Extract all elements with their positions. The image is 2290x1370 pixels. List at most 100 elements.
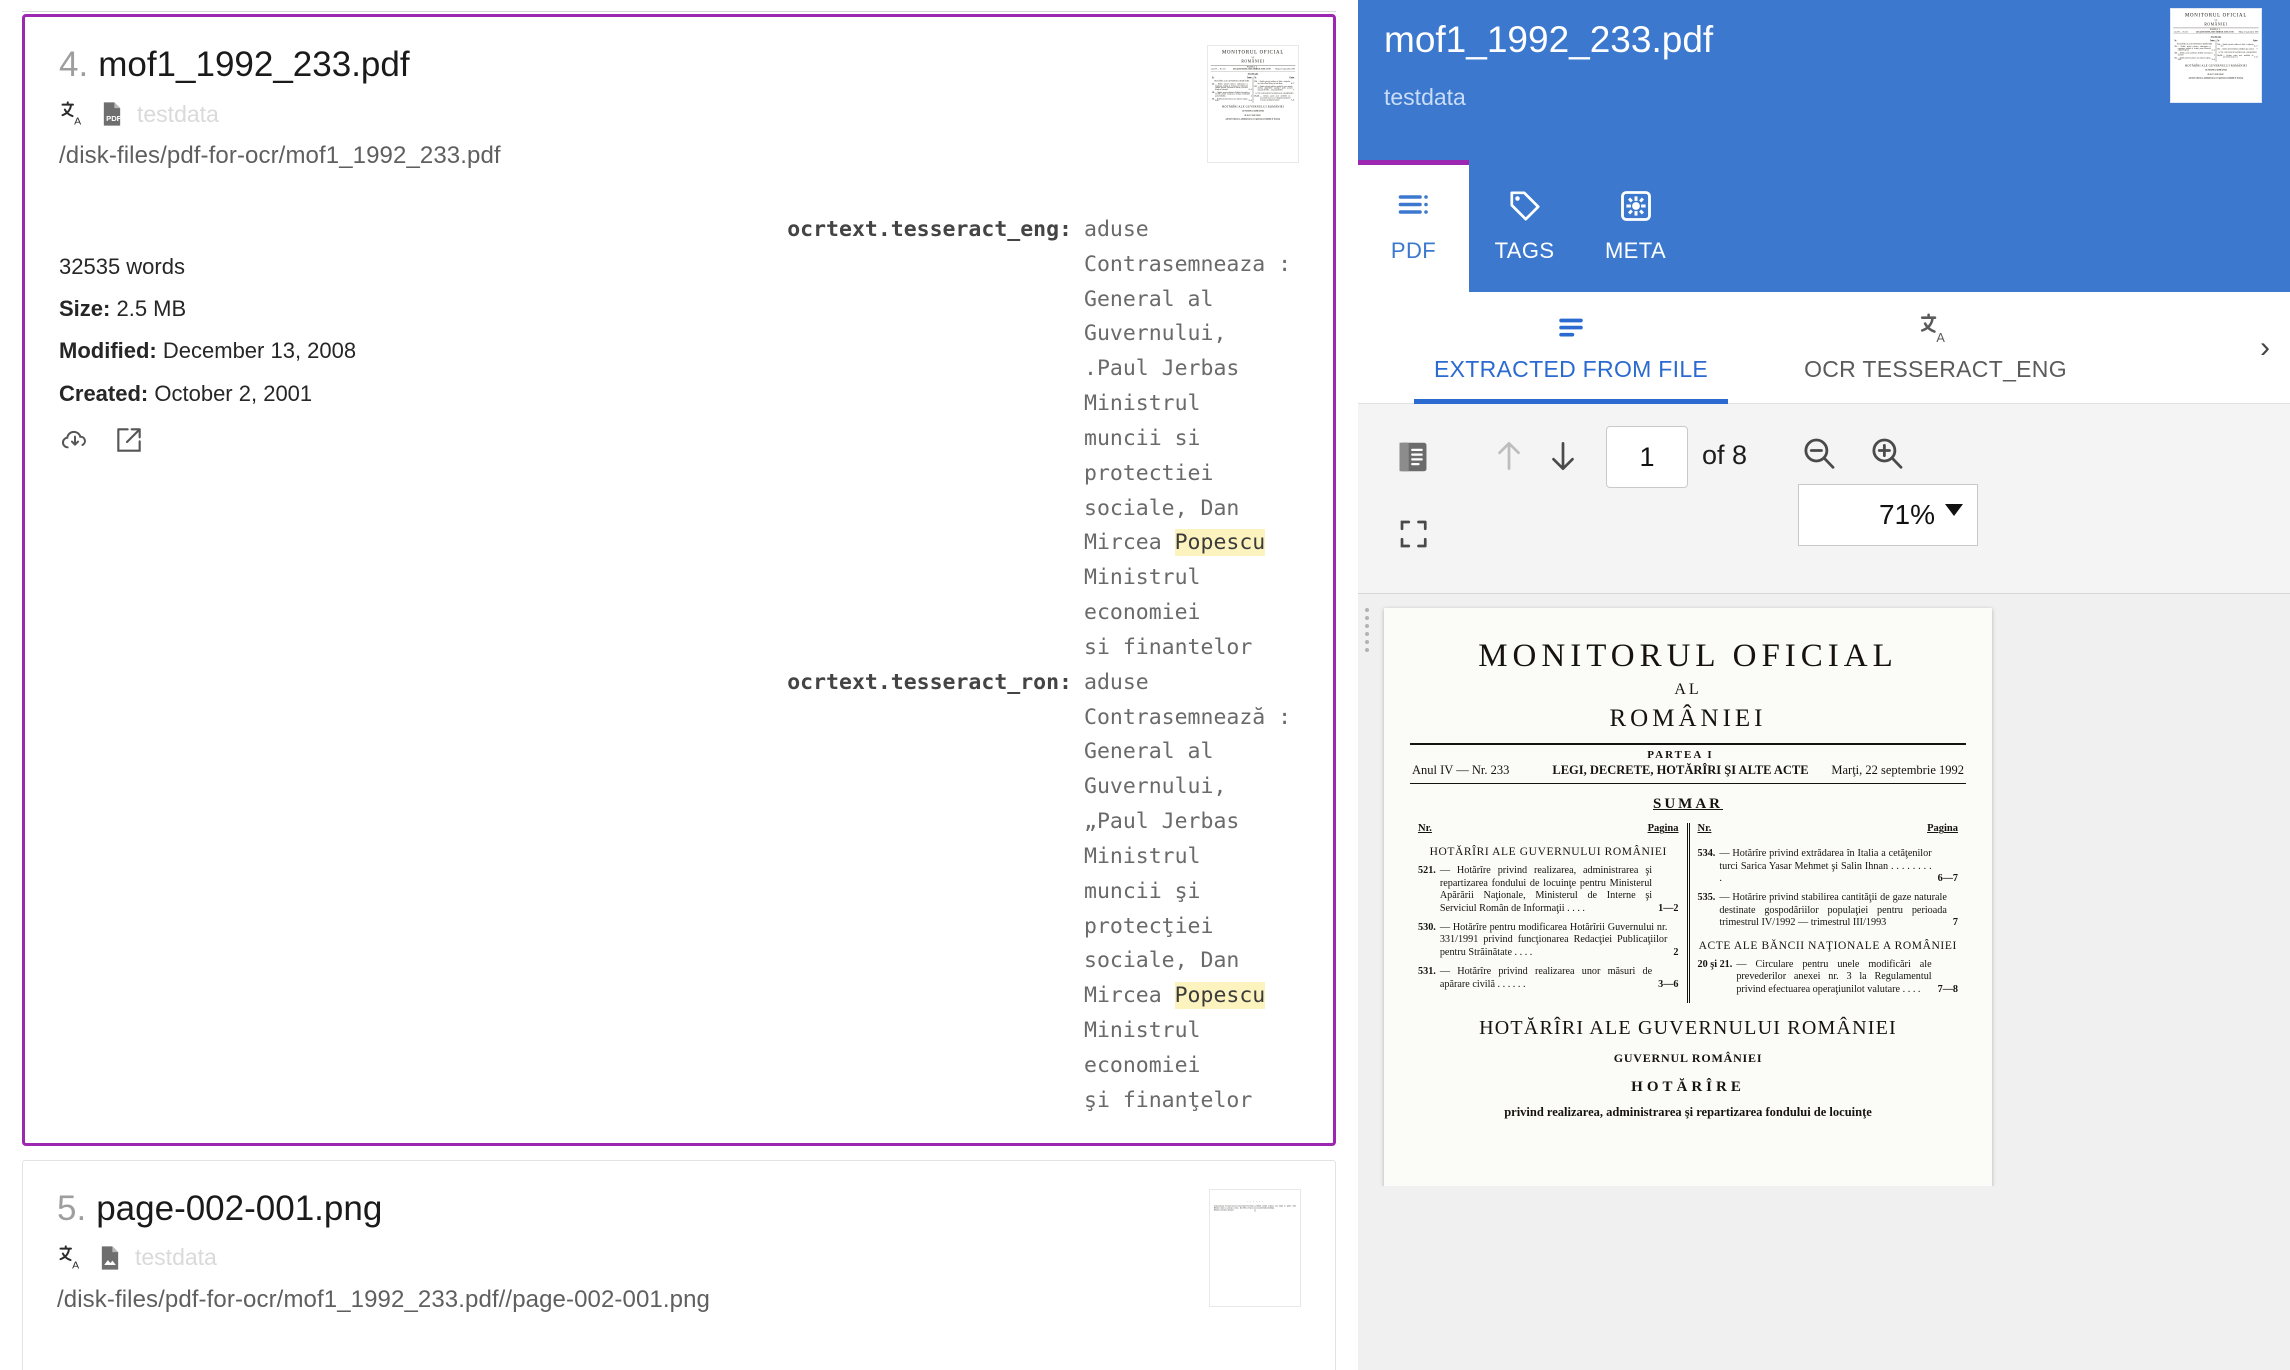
result-title: 4. mof1_1992_233.pdf <box>59 45 779 85</box>
chevron-down-icon <box>1945 504 1963 516</box>
result-path: /disk-files/pdf-for-ocr/mof1_1992_233.pd… <box>59 142 501 170</box>
tab-tags-label: TAGS <box>1494 238 1555 263</box>
pdf-viewport[interactable]: MONITORUL OFICIAL AL ROMÂNIEI Anul IV — … <box>1358 594 2290 1186</box>
open-external-icon[interactable] <box>113 424 145 456</box>
pane-resize-handle[interactable] <box>1362 604 1372 656</box>
ocr-field-value: aduse Contrasemneaza : General al <box>1084 217 1305 312</box>
item-page: 2 <box>1673 946 1679 958</box>
gear-box-icon <box>1620 191 1651 221</box>
tag-icon <box>1509 191 1540 221</box>
result-created: Created: October 2, 2001 <box>59 380 356 406</box>
item-number: 534. <box>1697 848 1716 860</box>
ocr-field-value: muncii şi protecţiei sociale, Dan <box>1084 878 1240 974</box>
result-card[interactable]: 4. mof1_1992_233.pdf A PDF testdata /dis… <box>22 14 1336 1146</box>
search-results-pane[interactable]: 4. mof1_1992_233.pdf A PDF testdata /dis… <box>0 0 1358 1370</box>
item-number: 521. <box>1418 865 1436 877</box>
page-number-input[interactable]: 1 <box>1606 426 1688 488</box>
result-index: 5. <box>57 1188 87 1228</box>
pdf-issue-bar: Anul IV — Nr. 233 PARTEA I LEGI, DECRETE… <box>1410 745 1966 781</box>
pdf-rule <box>1410 783 1966 785</box>
ocr-field-key <box>779 526 1084 630</box>
svg-text:A: A <box>74 116 81 128</box>
translate-icon: A <box>1921 313 1946 345</box>
tab-pdf[interactable]: PDF <box>1358 160 1469 292</box>
ocr-line: Guvernului, „Paul Jerbas Ministrul <box>779 770 1299 874</box>
preview-header: mof1_1992_233.pdf testdata MONITORUL OFI… <box>1358 0 2290 160</box>
zoom-in-icon[interactable] <box>1866 430 1908 478</box>
result-modified: Modified: December 13, 2008 <box>59 339 356 363</box>
ocr-field-value: Guvernului, „Paul Jerbas Ministrul <box>1084 774 1253 869</box>
svg-text:A: A <box>72 1259 79 1271</box>
ocr-field-key <box>779 422 1084 526</box>
zoom-level-select[interactable]: 71% <box>1798 484 1978 546</box>
created-value: October 2, 2001 <box>154 380 313 406</box>
text-lines-icon <box>1398 195 1428 214</box>
result-thumbnail: MONITORUL OFICIAL AL ROMÂNIEI Anul IV — … <box>1207 45 1299 163</box>
ocr-field-value: Mircea Popescu Ministrul economiei <box>1084 982 1279 1078</box>
item-text: — Hotărire privind stabilirea cantităţii… <box>1719 892 1947 929</box>
pdf-body-heading-block: HOTĂRÎRI ALE GUVERNULUI ROMÂNIEI GUVERNU… <box>1410 1017 1966 1120</box>
fullscreen-icon[interactable] <box>1396 516 1432 552</box>
subtab-extracted-from-file[interactable]: EXTRACTED FROM FILE <box>1414 292 1729 404</box>
ocr-field-key <box>779 1084 1084 1119</box>
result-size: Size: 2.5 MB <box>59 297 356 321</box>
ocr-field-key <box>779 770 1084 874</box>
tab-tags[interactable]: TAGS <box>1469 160 1580 292</box>
pdf-masthead-line1: MONITORUL OFICIAL <box>1478 638 1898 674</box>
translate-icon: A <box>61 101 81 128</box>
pdf-sumar-item: 535. — Hotărire privind stabilirea canti… <box>1698 892 1959 929</box>
result-filename: mof1_1992_233.pdf <box>98 45 410 84</box>
page-count-label: of 8 <box>1702 440 1748 470</box>
ocr-line: ocrtext.tesseract_eng: aduse Contrasemnea… <box>779 213 1299 317</box>
ocr-field-key <box>779 979 1084 1083</box>
cloud-download-icon[interactable] <box>59 424 91 456</box>
pdf-masthead-line2: AL <box>1674 681 1702 698</box>
pdf-page-1: MONITORUL OFICIAL AL ROMÂNIEI Anul IV — … <box>1384 608 1992 1186</box>
result-collection: testdata <box>137 100 219 127</box>
result-ocr-block: ocrtext.tesseract_eng: aduse Contrasemnea… <box>779 213 1299 1119</box>
pdf-part-label: PARTEA I <box>1647 749 1714 761</box>
subtab-ocr-tesseract-eng[interactable]: A OCR TESSERACT_ENG <box>1784 292 2087 404</box>
pdf-col-head-nr: Nr. <box>1697 823 1712 835</box>
item-number: 530. <box>1418 921 1436 933</box>
pdf-toolbar: 1 of 8 71% <box>1358 404 2290 594</box>
search-term-highlight: Popescu <box>1174 529 1266 557</box>
pdf-section-heading: ACTE ALE BĂNCII NAŢIONALE A ROMÂNIEI <box>1698 939 1957 952</box>
ocr-field-key <box>779 317 1084 421</box>
tab-meta[interactable]: META <box>1580 160 1691 292</box>
modified-label: Modified: <box>59 338 157 364</box>
item-text: — Hotărîre pentru modificarea Hotărîrii … <box>1439 921 1668 958</box>
item-number: 531. <box>1418 966 1436 978</box>
preview-sub-tabs: EXTRACTED FROM FILE A OCR TESSERACT_ENG … <box>1358 292 2290 404</box>
result-metadata: 32535 words Size: 2.5 MB Modified: Decem… <box>59 254 356 456</box>
arrow-up-icon[interactable] <box>1490 434 1528 478</box>
ocr-field-value: şi finanţelor <box>1084 1087 1253 1113</box>
item-text: — Circulare pentru unele modificări ale … <box>1736 958 1932 995</box>
pdf-file-icon: PDF <box>103 102 122 126</box>
pdf-body-heading-4: privind realizarea, administrarea şi rep… <box>1504 1105 1872 1120</box>
results-top-divider <box>22 0 1336 12</box>
tab-meta-label: META <box>1604 238 1667 263</box>
item-page: 7—8 <box>1937 983 1958 995</box>
pdf-sumar-item: 530. — Hotărîre pentru modificarea Hotăr… <box>1418 922 1679 959</box>
ocr-field-value: si finantelor <box>1084 634 1253 660</box>
chevron-right-icon[interactable]: › <box>2250 325 2280 371</box>
document-thumbnail: MONITORUL OFICIAL AL ROMÂNIEI Anul IV — … <box>2170 8 2262 103</box>
size-label: Size: <box>59 296 111 322</box>
pdf-masthead-line3: ROMÂNIEI <box>1609 705 1767 732</box>
sidebar-toggle-icon[interactable] <box>1394 438 1432 476</box>
ocr-line: muncii şi protecţiei sociale, Dan <box>779 875 1299 979</box>
item-number: 20 şi 21. <box>1697 958 1733 970</box>
modified-value: December 13, 2008 <box>162 338 357 364</box>
created-label: Created: <box>59 380 149 406</box>
result-actions <box>59 424 356 456</box>
result-title: 5. page-002-001.png <box>57 1189 777 1229</box>
result-card[interactable]: 5. page-002-001.png A testdata /disk-fil… <box>22 1159 1336 1370</box>
pdf-sumar-item: 531. — Hotărîre privind realizarea unor … <box>1418 966 1679 991</box>
result-index: 4. <box>59 45 89 84</box>
zoom-out-icon[interactable] <box>1798 430 1840 478</box>
pdf-body-heading-3: HOTĂRÎRE <box>1631 1079 1745 1096</box>
pdf-sumar-item: 20 şi 21. — Circulare pentru unele modif… <box>1698 959 1959 996</box>
arrow-down-icon[interactable] <box>1544 434 1582 478</box>
image-file-icon <box>101 1246 119 1270</box>
